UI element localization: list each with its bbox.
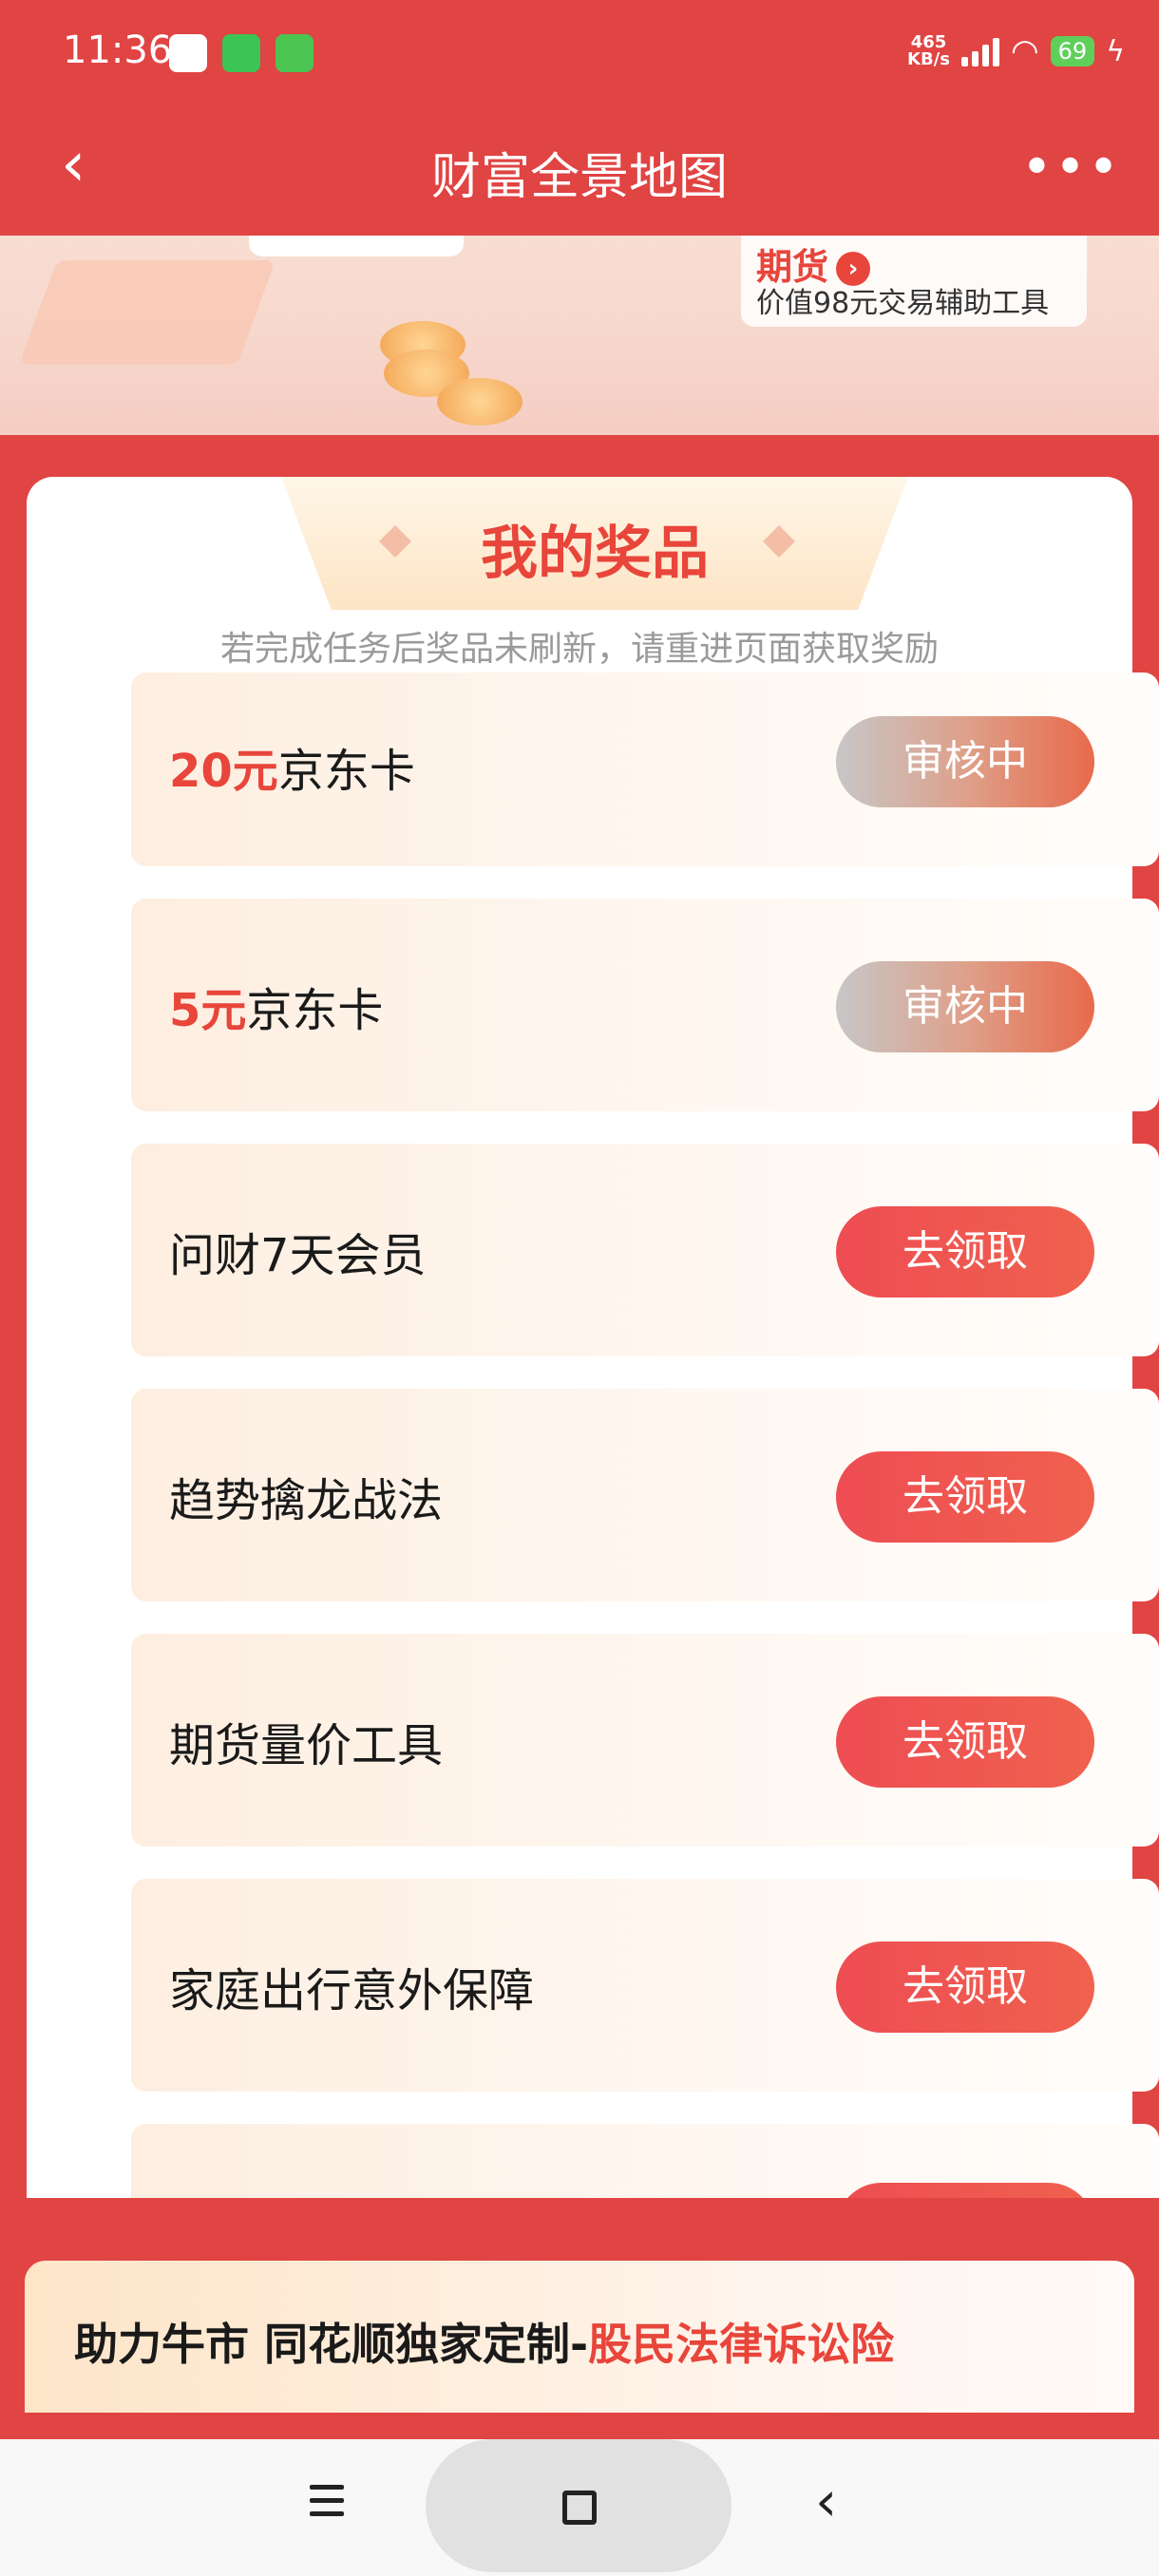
coin-icon [437, 378, 522, 426]
home-button[interactable] [426, 2439, 732, 2572]
system-back-icon[interactable]: ‹ [815, 2473, 837, 2529]
futures-tag-subtitle: 价值98元交易辅助工具 [756, 287, 1050, 320]
wifi-icon: ◠ [1010, 32, 1039, 70]
list-item: 问财7天会员 去领取 [131, 1144, 1159, 1356]
list-item: 期货量价工具 去领取 [131, 1634, 1159, 1847]
signal-icon [960, 36, 999, 66]
list-item: 家庭出行意外保障 去领取 [131, 1879, 1159, 2092]
network-speed: 465 KB/s [907, 32, 950, 69]
page-title: 财富全景地图 [430, 149, 728, 206]
claim-button[interactable]: 去领取 [836, 1451, 1094, 1543]
top-banner: 期货 › 价值98元交易辅助工具 [0, 236, 1159, 435]
more-options-icon[interactable]: ••• [1021, 137, 1121, 199]
futures-tag[interactable]: 期货 › 价值98元交易辅助工具 [741, 236, 1087, 327]
battery-indicator: 69 [1050, 36, 1095, 66]
list-item: 趋势擒龙战法 去领取 [131, 1389, 1159, 1601]
system-navigation-bar: ‹ [0, 2439, 1159, 2576]
recent-apps-icon[interactable] [310, 2485, 344, 2519]
claim-button[interactable]: 去领取 [836, 1941, 1094, 2033]
gift-box-illustration [18, 260, 276, 365]
insurance-promo-card[interactable]: 助力牛市 同花顺独家定制-股民法律诉讼险 [25, 2261, 1134, 2413]
under-review-button[interactable]: 审核中 [836, 716, 1094, 807]
refresh-hint: 若完成任务后奖品未刷新，请重进页面获取奖励 [219, 630, 939, 669]
list-item [131, 2124, 1159, 2198]
claim-button[interactable]: 去领取 [836, 1206, 1094, 1297]
list-item: 5元京东卡 审核中 [131, 899, 1159, 1111]
claim-button[interactable] [836, 2183, 1094, 2198]
wechat-notification-icon [222, 34, 260, 72]
under-review-button[interactable]: 审核中 [836, 961, 1094, 1052]
promo-text: 助力牛市 同花顺独家定制-股民法律诉讼险 [74, 2319, 895, 2370]
prizes-title: 我的奖品 [481, 521, 709, 587]
status-bar: 11:36 465 KB/s ◠ 69 ϟ [0, 0, 1159, 112]
status-time: 11:36 [63, 28, 173, 72]
prizes-panel: 我的奖品 若完成任务后奖品未刷新，请重进页面获取奖励 20元京东卡 审核中 5元… [27, 477, 1159, 2198]
charging-app-icon [276, 34, 314, 72]
home-icon [562, 2491, 597, 2525]
qq-notification-icon [169, 34, 207, 72]
charging-icon: ϟ [1106, 34, 1125, 68]
claim-button[interactable]: 去领取 [836, 1696, 1094, 1788]
prize-list: 20元京东卡 审核中 5元京东卡 审核中 问财7天会员 去领取 趋势擒龙战法 去… [103, 672, 1159, 2198]
top-nav-bar: ‹ 财富全景地图 ••• [0, 112, 1159, 236]
list-item: 20元京东卡 审核中 [131, 672, 1159, 866]
